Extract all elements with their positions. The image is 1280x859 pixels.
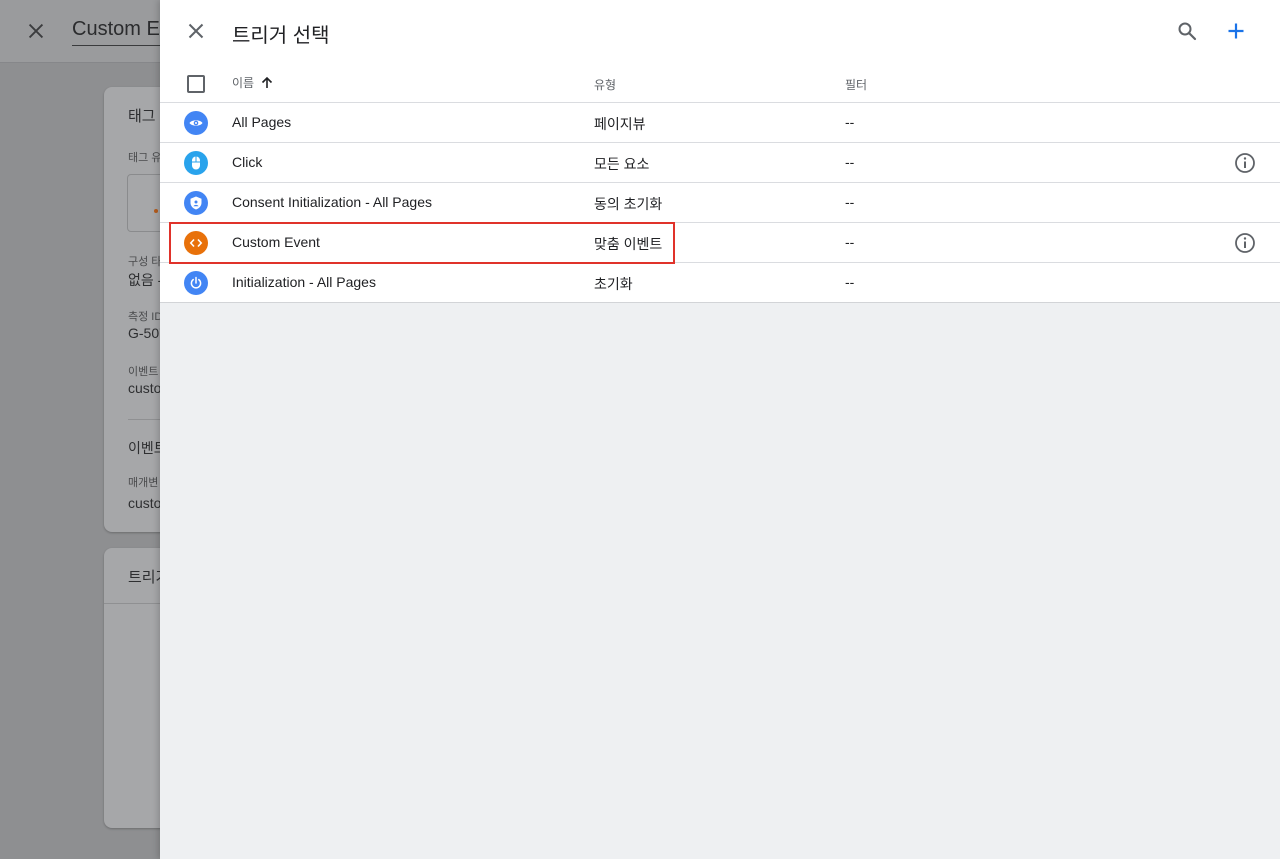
trigger-name: Consent Initialization - All Pages (232, 194, 432, 210)
add-icon[interactable] (1224, 19, 1248, 43)
tag-type-dot (154, 209, 158, 213)
trigger-name: Initialization - All Pages (232, 274, 376, 290)
trigger-filter: -- (845, 234, 855, 250)
trigger-name: Custom Event (232, 234, 320, 250)
trigger-row-custom-event[interactable]: Custom Event 맞춤 이벤트 -- (160, 222, 1280, 264)
tag-type-label: 태그 유 (128, 152, 162, 164)
trigger-name: All Pages (232, 114, 292, 130)
trigger-type: 페이지뷰 (594, 116, 646, 132)
trigger-name: Click (232, 154, 263, 170)
trigger-filter: -- (845, 194, 855, 210)
config-tag-value: 없음 - (128, 272, 163, 288)
measurement-id-label: 측정 ID (128, 311, 163, 323)
column-header-name-label: 이름 (232, 76, 255, 90)
column-header-filter[interactable]: 필터 (845, 76, 867, 93)
drawer-header: 트리거 선택 (160, 0, 1280, 62)
mouse-icon (184, 151, 208, 175)
event-name-value: custo (128, 380, 162, 396)
close-icon (28, 23, 44, 39)
column-header-type[interactable]: 유형 (594, 76, 616, 93)
triggers-table: 이름 유형 필터 All Pages 페이지뷰 -- Click 모든 요소 -… (160, 62, 1280, 303)
trigger-selection-drawer: 트리거 선택 이름 유형 필터 All Pages 페이지뷰 -- Click … (160, 0, 1280, 859)
params-value: custo (128, 495, 162, 511)
trigger-row-click[interactable]: Click 모든 요소 -- (160, 143, 1280, 183)
column-header-name[interactable]: 이름 (232, 74, 274, 91)
table-header: 이름 유형 필터 (160, 62, 1280, 103)
trigger-row-all-pages[interactable]: All Pages 페이지뷰 -- (160, 103, 1280, 143)
trigger-filter: -- (845, 154, 855, 170)
trigger-type: 초기화 (594, 276, 633, 292)
drawer-title: 트리거 선택 (232, 25, 330, 47)
shield-icon (184, 191, 208, 215)
select-all-checkbox[interactable] (187, 75, 205, 93)
trigger-type: 동의 초기화 (594, 196, 663, 212)
trigger-type: 맞춤 이벤트 (594, 236, 663, 252)
info-icon[interactable] (1233, 231, 1257, 255)
trigger-type: 모든 요소 (594, 156, 650, 172)
trigger-row-initialization[interactable]: Initialization - All Pages 초기화 -- (160, 263, 1280, 303)
config-tag-label: 구성 타 (128, 256, 162, 268)
trigger-filter: -- (845, 274, 855, 290)
tag-name-field: Custom Ev (72, 18, 170, 46)
code-icon (184, 231, 208, 255)
params-label: 매개변 (128, 477, 159, 489)
tag-card-heading: 태그 (128, 108, 156, 125)
power-icon (184, 271, 208, 295)
trigger-filter: -- (845, 114, 855, 130)
close-icon[interactable] (184, 19, 208, 43)
search-icon[interactable] (1175, 19, 1199, 43)
sort-ascending-icon (262, 76, 273, 88)
info-icon[interactable] (1233, 151, 1257, 175)
trigger-row-consent-initialization[interactable]: Consent Initialization - All Pages 동의 초기… (160, 183, 1280, 223)
eye-icon (184, 111, 208, 135)
event-name-label: 이벤트 (128, 366, 159, 378)
